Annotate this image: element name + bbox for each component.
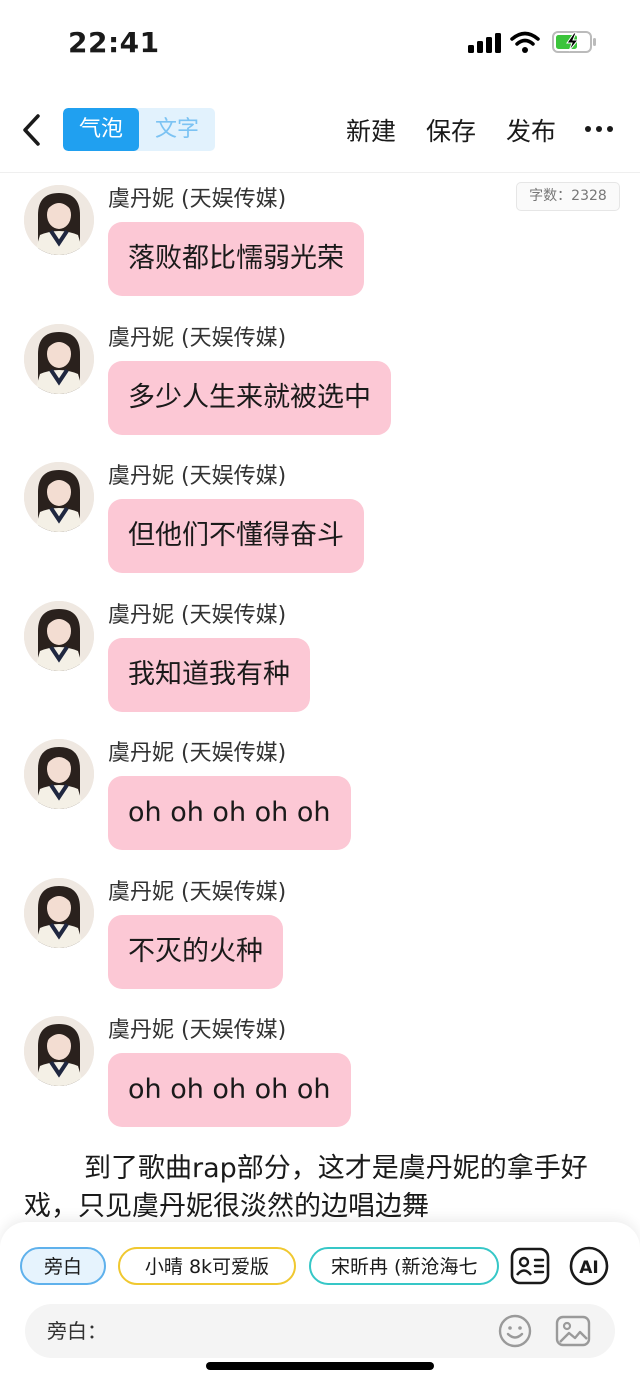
message-bubble[interactable]: oh oh oh oh oh: [108, 1053, 351, 1127]
character-chip-xiaoqing[interactable]: 小晴 8k可爱版: [118, 1247, 296, 1285]
battery-charging-icon: [552, 31, 596, 53]
publish-button[interactable]: 发布: [506, 112, 556, 148]
cellular-signal-icon: [468, 33, 502, 53]
message-author: 虞丹妮 (天娱传媒): [108, 741, 287, 766]
message-item[interactable]: 虞丹妮 (天娱传媒) 但他们不懂得奋斗: [0, 462, 640, 592]
avatar[interactable]: [24, 877, 94, 948]
message-item[interactable]: 虞丹妮 (天娱传媒) 落败都比懦弱光荣: [0, 185, 640, 315]
message-author: 虞丹妮 (天娱传媒): [108, 187, 287, 212]
back-arrow-icon[interactable]: [18, 110, 48, 150]
message-item[interactable]: 虞丹妮 (天娱传媒) oh oh oh oh oh: [0, 739, 640, 869]
message-author: 虞丹妮 (天娱传媒): [108, 1018, 287, 1043]
message-author: 虞丹妮 (天娱传媒): [108, 879, 287, 905]
message-bubble[interactable]: 落败都比懦弱光荣: [108, 222, 364, 296]
wifi-icon: [510, 31, 540, 53]
avatar[interactable]: [24, 739, 94, 809]
avatar[interactable]: [24, 185, 94, 255]
clock: 22:41: [68, 26, 160, 59]
mode-switch: 气泡 文字: [63, 108, 215, 151]
message-item[interactable]: 虞丹妮 (天娱传媒) 多少人生来就被选中: [0, 323, 640, 454]
ai-icon[interactable]: AI: [568, 1245, 610, 1287]
message-input[interactable]: 旁白：: [25, 1304, 615, 1358]
status-bar: 22:41: [0, 0, 640, 86]
message-bubble[interactable]: 多少人生来就被选中: [108, 360, 391, 435]
message-bubble[interactable]: 我知道我有种: [108, 637, 310, 712]
character-chip-narrator[interactable]: 旁白: [20, 1247, 106, 1285]
message-author: 虞丹妮 (天娱传媒): [108, 464, 287, 489]
new-button[interactable]: 新建: [346, 112, 396, 148]
message-author: 虞丹妮 (天娱传媒): [108, 602, 287, 628]
avatar[interactable]: [24, 323, 94, 394]
svg-text:AI: AI: [579, 1258, 598, 1278]
top-navigation: 气泡 文字 新建 保存 发布: [0, 100, 640, 160]
emoji-icon[interactable]: [497, 1313, 533, 1349]
tab-bubble[interactable]: 气泡: [63, 108, 139, 151]
avatar[interactable]: [24, 462, 94, 532]
tab-text[interactable]: 文字: [139, 108, 215, 151]
nav-divider: [0, 172, 640, 173]
contact-card-icon[interactable]: [509, 1245, 551, 1287]
message-item[interactable]: 虞丹妮 (天娱传媒) 不灭的火种: [0, 877, 640, 1008]
message-author: 虞丹妮 (天娱传媒): [108, 325, 287, 351]
narration-text: 到了歌曲rap部分，这才是虞丹妮的拿手好戏，只见虞丹妮很淡然的边唱边舞: [24, 1153, 588, 1222]
message-item[interactable]: 虞丹妮 (天娱传媒) 我知道我有种: [0, 600, 640, 731]
more-options-icon[interactable]: [585, 126, 613, 134]
message-bubble[interactable]: 但他们不懂得奋斗: [108, 499, 364, 573]
message-bubble[interactable]: 不灭的火种: [108, 914, 283, 989]
composer-panel: 旁白 小晴 8k可爱版 宋昕冉 (新沧海七 AI 旁白：: [0, 1222, 640, 1385]
image-icon[interactable]: [554, 1313, 592, 1349]
avatar[interactable]: [24, 1016, 94, 1086]
message-bubble[interactable]: oh oh oh oh oh: [108, 776, 351, 850]
save-button[interactable]: 保存: [426, 112, 476, 148]
message-item[interactable]: 虞丹妮 (天娱传媒) oh oh oh oh oh: [0, 1016, 640, 1146]
home-indicator: [206, 1362, 434, 1370]
avatar[interactable]: [24, 600, 94, 671]
speaker-label: 旁白：: [47, 1319, 107, 1343]
character-chip-song[interactable]: 宋昕冉 (新沧海七: [309, 1247, 499, 1285]
